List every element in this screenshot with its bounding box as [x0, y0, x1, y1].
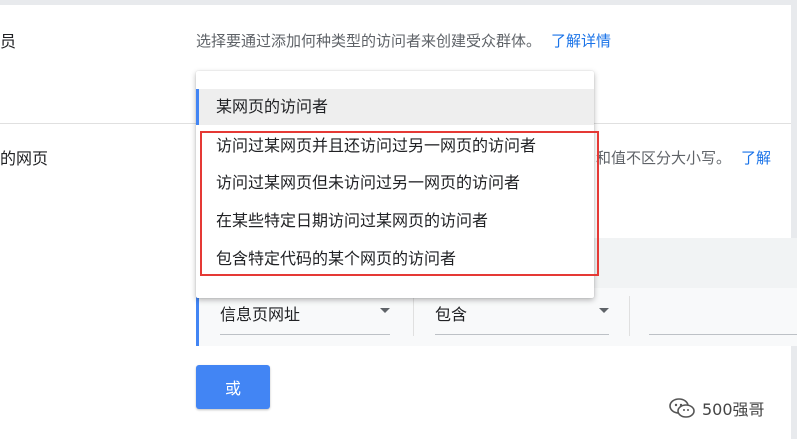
watermark: 500强哥 [668, 396, 765, 420]
dropdown-option-tagged-page[interactable]: 包含特定代码的某个网页的访问者 [196, 241, 594, 277]
or-button[interactable]: 或 [196, 365, 270, 409]
field-select-value: 信息页网址 [220, 305, 301, 324]
dropdown-option-specific-dates[interactable]: 在某些特定日期访问过某网页的访问者 [196, 203, 594, 239]
learn-more-link[interactable]: 了解详情 [551, 32, 611, 50]
select-separator [413, 296, 414, 336]
operator-select[interactable]: 包含 [435, 298, 609, 335]
learn-more-link-2[interactable]: 了解 [741, 149, 771, 167]
chevron-down-icon [380, 308, 390, 313]
row-label-webpages: 的网页 [0, 149, 49, 168]
operator-select-value: 包含 [435, 305, 468, 324]
field-select[interactable]: 信息页网址 [220, 298, 390, 335]
row-description-audience: 选择要通过添加何种类型的访问者来创建受众群体。 了解详情 [196, 30, 611, 51]
value-input[interactable] [649, 334, 797, 335]
top-strip [0, 0, 797, 5]
dropdown-option-visited-both-pages[interactable]: 访问过某网页并且还访问过另一网页的访问者 [196, 128, 594, 164]
dropdown-option-page-visitors[interactable]: 某网页的访问者 [196, 89, 594, 125]
watermark-text: 500强哥 [702, 400, 765, 419]
wechat-icon [669, 398, 695, 418]
right-edge [791, 0, 797, 439]
row-label-members: 员 [0, 32, 17, 51]
chevron-down-icon [599, 308, 609, 313]
case-insensitive-text: 和值不区分大小写。 [596, 149, 732, 167]
visitor-type-dropdown: 某网页的访问者 访问过某网页并且还访问过另一网页的访问者 访问过某网页但未访问过… [196, 71, 594, 298]
row-description-case: 和值不区分大小写。 了解 [596, 147, 771, 168]
audience-builder-page: 员 选择要通过添加何种类型的访问者来创建受众群体。 了解详情 的网页 和值不区分大… [0, 0, 797, 439]
audience-help-text: 选择要通过添加何种类型的访问者来创建受众群体。 [196, 32, 542, 50]
select-separator-2 [629, 296, 630, 336]
dropdown-option-visited-not-other[interactable]: 访问过某网页但未访问过另一网页的访问者 [196, 165, 594, 201]
